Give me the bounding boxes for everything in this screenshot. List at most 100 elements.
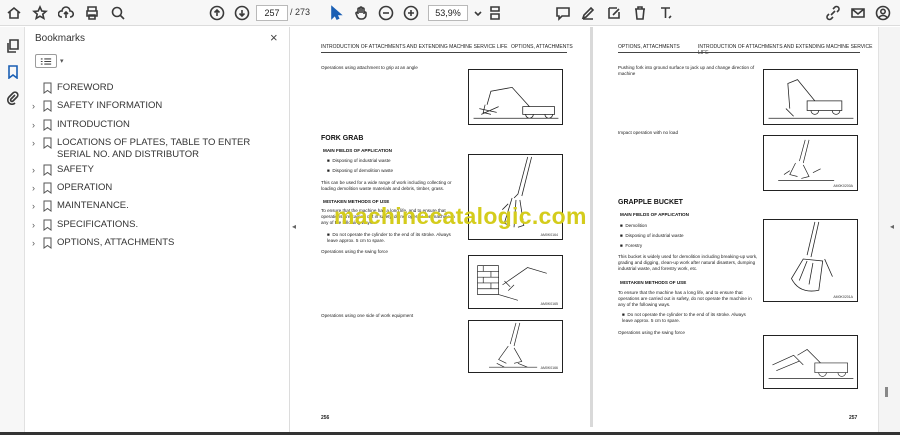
page-total-label: / 273 [290,7,311,17]
zoom-in-icon[interactable] [401,3,421,23]
delete-trash-icon[interactable] [630,3,650,23]
chevron-right-icon[interactable]: › [32,182,35,194]
scrollbar-thumb[interactable] [885,387,888,397]
vertical-scrollbar[interactable] [878,27,900,432]
collapse-left-icon[interactable]: ◂ [292,222,296,231]
bookmark-options-icon[interactable] [35,54,57,68]
caption-text: Operations using one side of work equipm… [321,313,414,318]
chevron-right-icon[interactable]: › [32,200,35,212]
caption-text: Operations using attachment to grip at a… [321,65,418,70]
subheading-main-fields: MAIN FIELDS OF APPLICATION [620,212,689,217]
bookmarks-title: Bookmarks [35,33,86,44]
account-icon[interactable] [873,3,893,23]
bookmark-panel-icon[interactable] [4,63,21,80]
page-display-icon[interactable] [485,3,505,23]
bookmark-ribbon-icon [43,119,52,131]
figure-grapple-bucket: AM0K0201A [763,219,858,302]
bullet-item: ■ Do not operate the cylinder to the end… [622,312,746,323]
chevron-right-icon[interactable]: › [32,237,35,249]
bullet-text: Do not operate the cylinder to the end o… [622,312,746,323]
figure-angle-grip [468,69,563,125]
main-toolbar: 257 / 273 53,9% [0,0,900,26]
caption-text: Pushing fork into ground surface to jack… [618,65,755,76]
subheading-main-fields: MAIN FIELDS OF APPLICATION [323,148,392,153]
comment-icon[interactable] [553,3,573,23]
figure-swing-force-grapple [763,335,858,389]
text-edit-icon[interactable] [656,3,676,23]
highlight-edit-icon[interactable] [604,3,624,23]
page-number: 257 [849,415,858,421]
link-sign-icon[interactable] [823,3,843,23]
bookmark-ribbon-icon [43,219,52,231]
figure-impact-operation: AM0K0200A [763,135,858,191]
page-header-right: OPTIONS, ATTACHMENTS [511,44,573,50]
star-icon[interactable] [30,3,50,23]
caption-text: Impact operation with no load [618,130,679,135]
page-number-input[interactable]: 257 [256,5,288,21]
paragraph-text: This bucket is widely used for demolitio… [618,254,758,271]
attachment-paperclip-icon[interactable] [4,89,21,106]
figure-one-side-equipment: AM0K0166 [468,320,563,373]
bullet-text: Disposing of industrial waste [625,233,684,238]
bookmark-label: SAFETY [57,164,94,175]
bullet-text: Disposing of industrial waste [332,158,391,163]
bookmark-label: OPERATION [57,182,113,193]
print-icon[interactable] [82,3,102,23]
mail-icon[interactable] [848,3,868,23]
chevron-right-icon[interactable]: › [32,100,35,112]
chevron-right-icon[interactable]: › [32,119,35,131]
zoom-search-icon[interactable] [108,3,128,23]
bookmark-label: MAINTENANCE. [57,200,129,211]
bullet-text: Do not operate the cylinder to the end o… [327,232,451,243]
bullet-text: Demolition [625,223,648,228]
header-rule [618,52,860,53]
bookmark-label: FOREWORD [57,82,114,93]
zoom-out-icon[interactable] [376,3,396,23]
figure-code: AM0K0166 [540,366,558,370]
bookmark-label: LOCATIONS OF PLATES, TABLE TO ENTER SERI… [57,137,251,160]
page-number: 256 [321,415,330,421]
figure-code: AM0K0164 [540,233,558,237]
pages-thumbnail-icon[interactable] [4,37,21,54]
upload-cloud-icon[interactable] [56,3,76,23]
bullet-item: ■ Do not operate the cylinder to the end… [327,232,451,243]
paragraph-text: To ensure that the machine has a long li… [618,290,752,307]
bookmark-label: INTRODUCTION [57,119,130,130]
bookmark-ribbon-icon [43,182,52,194]
bullet-item: ■ Forestry [620,243,643,248]
bookmark-label: OPTIONS, ATTACHMENTS [57,237,175,248]
options-caret-icon[interactable]: ▾ [60,57,64,65]
header-rule [321,52,567,53]
figure-code: AM0K0165 [540,302,558,306]
watermark-text: machinecatalogic.com [334,203,587,229]
figure-swing-force: AM0K0165 [468,255,563,309]
bookmark-label: SPECIFICATIONS. [57,219,139,230]
bullet-text: Disposing of demolition waste [332,168,394,173]
bookmark-ribbon-icon [43,237,52,249]
bookmark-ribbon-icon [43,200,52,212]
bookmark-ribbon-icon [43,164,52,176]
paragraph-text: This can be used for a wide range of wor… [321,180,452,191]
home-icon[interactable] [4,3,24,23]
select-cursor-icon[interactable] [326,3,346,23]
chevron-right-icon[interactable]: › [32,137,35,149]
page-header-left: INTRODUCTION OF ATTACHMENTS AND EXTENDIN… [321,44,508,50]
previous-page-icon[interactable] [207,3,227,23]
chevron-right-icon[interactable]: › [32,219,35,231]
document-page-257: OPTIONS, ATTACHMENTS INTRODUCTION OF ATT… [596,27,878,427]
close-panel-icon[interactable]: × [270,30,278,45]
pen-draw-icon[interactable] [578,3,598,23]
hand-tool-icon[interactable] [351,3,371,23]
page-gutter [590,27,593,427]
bullet-item: ■ Disposing of demolition waste [327,168,394,173]
next-page-icon[interactable] [232,3,252,23]
bullet-item: ■ Disposing of industrial waste [620,233,684,238]
chevron-right-icon[interactable]: › [32,164,35,176]
subheading-mistaken-methods: MISTAKEN METHODS OF USE [620,280,687,285]
collapse-right-icon[interactable]: ◂ [890,222,894,231]
bookmark-ribbon-icon [43,82,52,94]
navigation-pane-strip [0,27,25,432]
bullet-text: Forestry [625,243,643,248]
zoom-level-select[interactable]: 53,9% [428,5,468,21]
bookmarks-panel: Bookmarks × ▾ FOREWORD › SAFETY INFORMAT… [26,27,290,432]
